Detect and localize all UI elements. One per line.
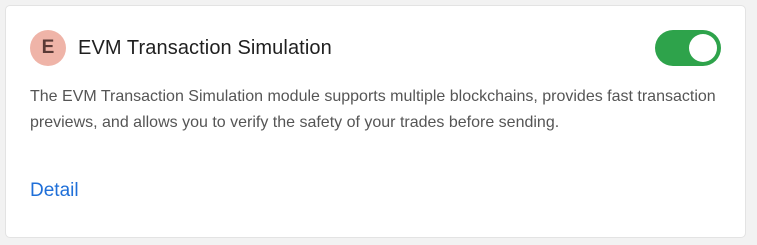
module-description: The EVM Transaction Simulation module su…: [30, 88, 716, 131]
module-header: E EVM Transaction Simulation: [30, 30, 721, 66]
module-card: E EVM Transaction Simulation The EVM Tra…: [5, 5, 746, 238]
module-avatar: E: [30, 30, 66, 66]
module-title: EVM Transaction Simulation: [78, 37, 332, 59]
module-enable-toggle[interactable]: [655, 30, 721, 66]
detail-link[interactable]: Detail: [30, 178, 79, 204]
toggle-knob: [689, 34, 717, 62]
